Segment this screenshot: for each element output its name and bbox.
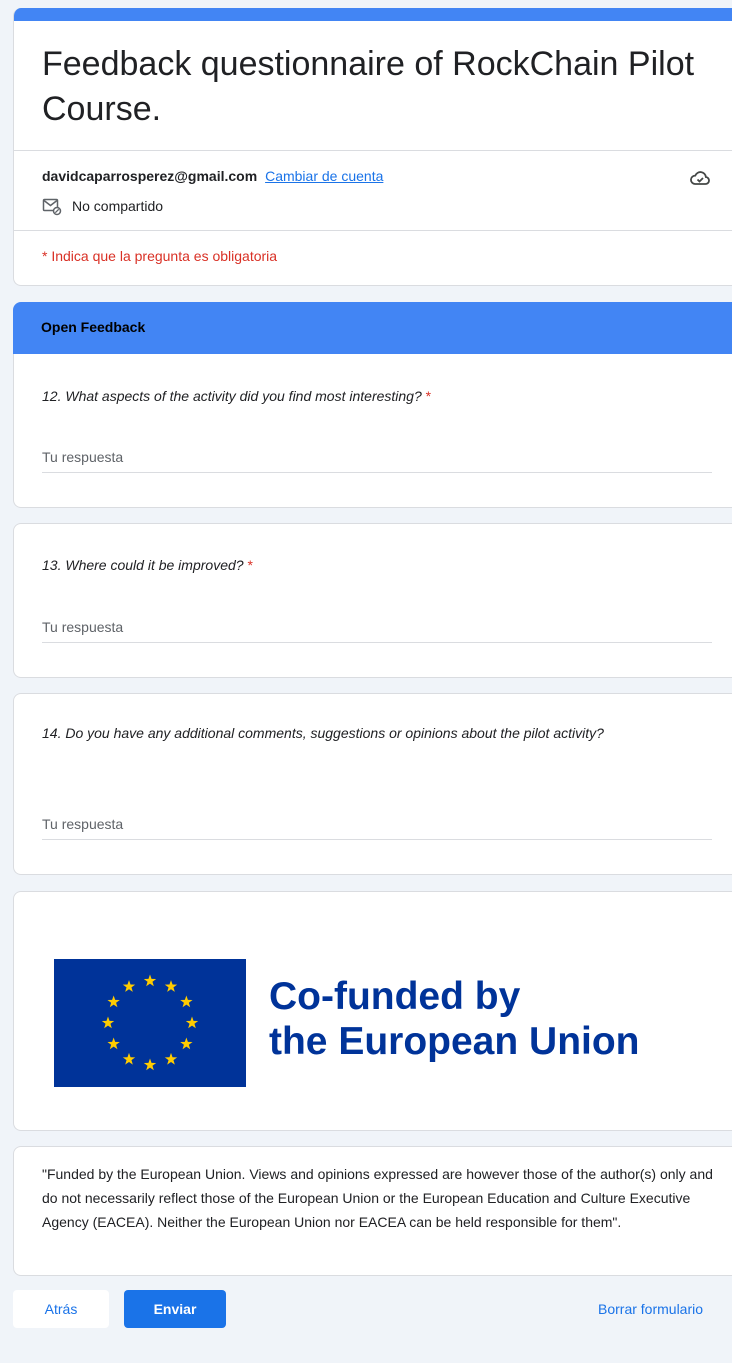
email-not-shared-icon [42, 198, 62, 216]
divider [14, 230, 732, 231]
required-marker: * [247, 557, 253, 573]
required-marker: * [425, 388, 432, 404]
eu-star-icon [185, 1016, 199, 1029]
image-card: Co-funded by the European Union [13, 891, 732, 1131]
eu-flag-logo [54, 959, 246, 1087]
logo-line-2: the European Union [269, 1020, 640, 1063]
question-text: 14. Do you have any additional comments,… [42, 725, 604, 741]
eu-star-icon [122, 1052, 136, 1065]
disclaimer-card: "Funded by the European Union. Views and… [13, 1146, 732, 1276]
not-shared-label: No compartido [72, 198, 164, 214]
eu-star-icon [122, 980, 136, 992]
account-email: davidcaparrosperez@gmail.com [42, 168, 258, 184]
cloud-saved-icon[interactable] [688, 166, 712, 190]
question-card: 12. What aspects of the activity did you… [13, 354, 732, 508]
eu-star-icon [107, 1037, 120, 1050]
eu-star-icon [164, 1052, 178, 1065]
section-title: Open Feedback [41, 319, 146, 335]
form-title: Feedback questionnaire of RockChain Pilo… [42, 45, 695, 128]
answer-input-q12[interactable] [42, 442, 712, 473]
switch-account-link[interactable]: Cambiar de cuenta [265, 168, 383, 184]
question-label: 12. What aspects of the activity did you… [42, 388, 422, 404]
eu-star-icon [143, 1058, 157, 1071]
eu-star-icon [180, 995, 193, 1008]
eu-star-icon [107, 995, 120, 1008]
eu-star-icon [143, 974, 157, 987]
section-header: Open Feedback [13, 302, 732, 354]
back-button[interactable]: Atrás [13, 1290, 109, 1328]
form-accent-bar [14, 8, 732, 21]
eu-star-icon [164, 980, 178, 992]
eu-star-icon [180, 1037, 193, 1050]
required-note: * Indica que la pregunta es obligatoria [42, 248, 278, 264]
account-row: davidcaparrosperez@gmail.com Cambiar de … [42, 168, 383, 184]
question-text: 13. Where could it be improved? * [42, 554, 702, 576]
eu-star-icon [101, 1016, 115, 1029]
form-header-card: Feedback questionnaire of RockChain Pilo… [13, 8, 732, 286]
question-label: 13. Where could it be improved? [42, 557, 244, 573]
eu-cofunded-text: Co-funded by the European Union [269, 974, 640, 1064]
question-text: 12. What aspects of the activity did you… [42, 385, 702, 407]
answer-input-q14[interactable] [42, 809, 712, 840]
clear-form-button[interactable]: Borrar formulario [590, 1290, 732, 1328]
disclaimer-text: "Funded by the European Union. Views and… [42, 1166, 713, 1230]
eu-stars-icon [101, 974, 199, 1071]
submit-button[interactable]: Enviar [124, 1290, 226, 1328]
answer-input-q13[interactable] [42, 612, 712, 643]
question-card: 14. Do you have any additional comments,… [13, 693, 732, 875]
divider [14, 150, 732, 151]
not-shared-row: No compartido [42, 196, 163, 216]
logo-line-1: Co-funded by [269, 975, 521, 1018]
question-card: 13. Where could it be improved? * [13, 523, 732, 678]
